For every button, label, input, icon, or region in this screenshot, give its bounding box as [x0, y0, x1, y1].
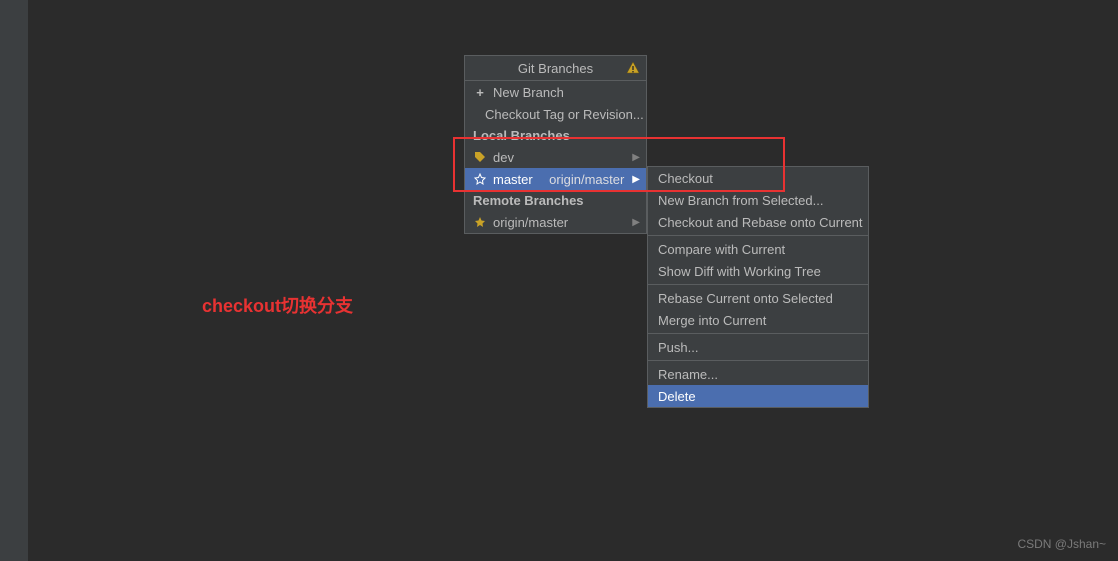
- popup-title: Git Branches: [518, 61, 593, 76]
- local-branches-header: Local Branches: [465, 125, 646, 146]
- editor-gutter: [0, 0, 28, 561]
- star-outline-icon: [473, 173, 487, 185]
- submenu-compare[interactable]: Compare with Current: [648, 238, 868, 260]
- tag-icon: [473, 151, 487, 163]
- separator: [648, 360, 868, 361]
- submenu-delete[interactable]: Delete: [648, 385, 868, 407]
- submenu-merge[interactable]: Merge into Current: [648, 309, 868, 331]
- branch-name: master: [493, 172, 533, 187]
- branch-actions-submenu: Checkout New Branch from Selected... Che…: [647, 166, 869, 408]
- tracking-branch: origin/master: [549, 172, 628, 187]
- remote-branch-origin-master[interactable]: origin/master ▶: [465, 211, 646, 233]
- branch-name: origin/master: [493, 215, 568, 230]
- warning-icon[interactable]: [626, 61, 640, 75]
- watermark: CSDN @Jshan~: [1017, 537, 1106, 551]
- submenu-rename[interactable]: Rename...: [648, 363, 868, 385]
- local-branch-master[interactable]: master origin/master ▶: [465, 168, 646, 190]
- submenu-checkout[interactable]: Checkout: [648, 167, 868, 189]
- new-branch-item[interactable]: + New Branch: [465, 81, 646, 103]
- star-filled-icon: [473, 216, 487, 228]
- chevron-right-icon: ▶: [632, 152, 640, 163]
- submenu-checkout-rebase[interactable]: Checkout and Rebase onto Current: [648, 211, 868, 233]
- chevron-right-icon: ▶: [632, 174, 640, 185]
- git-branches-popup: Git Branches + New Branch Checkout Tag o…: [464, 55, 647, 234]
- separator: [648, 284, 868, 285]
- submenu-rebase[interactable]: Rebase Current onto Selected: [648, 287, 868, 309]
- separator: [648, 333, 868, 334]
- checkout-tag-item[interactable]: Checkout Tag or Revision...: [465, 103, 646, 125]
- separator: [648, 235, 868, 236]
- submenu-new-branch[interactable]: New Branch from Selected...: [648, 189, 868, 211]
- new-branch-label: New Branch: [493, 85, 564, 100]
- submenu-push[interactable]: Push...: [648, 336, 868, 358]
- checkout-tag-label: Checkout Tag or Revision...: [485, 107, 644, 122]
- branch-name: dev: [493, 150, 514, 165]
- remote-branches-header: Remote Branches: [465, 190, 646, 211]
- popup-title-bar: Git Branches: [465, 56, 646, 81]
- annotation-text: checkout切换分支: [202, 292, 353, 318]
- submenu-show-diff[interactable]: Show Diff with Working Tree: [648, 260, 868, 282]
- chevron-right-icon: ▶: [632, 217, 640, 228]
- plus-icon: +: [473, 85, 487, 100]
- local-branch-dev[interactable]: dev ▶: [465, 146, 646, 168]
